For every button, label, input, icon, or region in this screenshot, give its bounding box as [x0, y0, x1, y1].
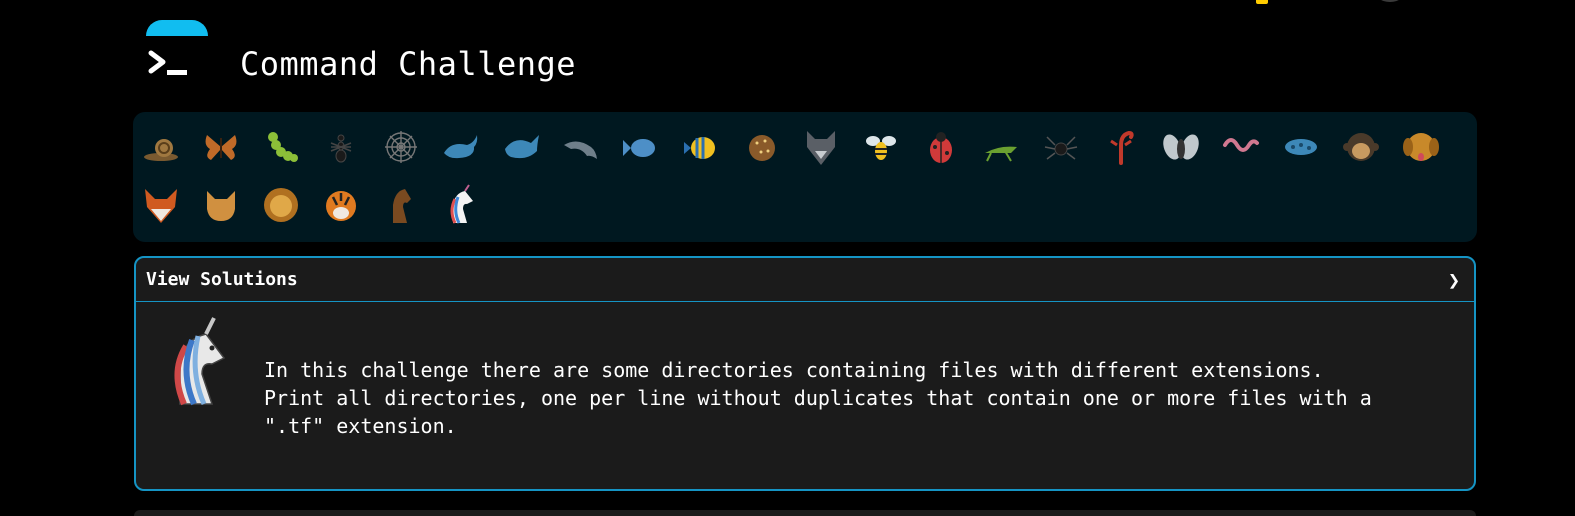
spider-icon[interactable] [1041, 125, 1081, 169]
unicorn-icon[interactable] [441, 183, 481, 227]
unicorn-icon [174, 317, 226, 406]
app-header: Command Challenge [146, 44, 576, 84]
tiger-icon[interactable] [321, 183, 361, 227]
whale-icon[interactable] [441, 125, 481, 169]
dog-icon[interactable] [1401, 125, 1441, 169]
butterfly-icon[interactable] [201, 125, 241, 169]
header-accent-shape [146, 20, 208, 36]
challenge-icon-grid [133, 112, 1477, 242]
fox-icon[interactable] [141, 183, 181, 227]
icon-row [141, 118, 1477, 176]
ladybug-icon[interactable] [921, 125, 961, 169]
spider-web-icon[interactable] [381, 125, 421, 169]
next-panel-edge [134, 510, 1476, 516]
horse-icon[interactable] [381, 183, 421, 227]
shark-icon[interactable] [501, 125, 541, 169]
view-solutions-toggle[interactable]: View Solutions ❯ [136, 258, 1474, 302]
fish-icon[interactable] [621, 125, 661, 169]
snail-icon[interactable] [141, 125, 181, 169]
terminal-logo-icon[interactable] [146, 44, 190, 84]
microbe-icon[interactable] [1281, 125, 1321, 169]
monkey-icon[interactable] [1341, 125, 1381, 169]
cricket-icon[interactable] [981, 125, 1021, 169]
caterpillar-icon[interactable] [261, 125, 301, 169]
icon-row [141, 176, 1477, 234]
status-dot-yellow [1256, 0, 1268, 4]
page-title: Command Challenge [240, 45, 577, 83]
view-solutions-label: View Solutions [146, 269, 298, 290]
challenge-description: In this challenge there are some directo… [264, 358, 1372, 438]
blowfish-icon[interactable] [741, 125, 781, 169]
scorpion-icon[interactable] [1101, 125, 1141, 169]
wolf-icon[interactable] [801, 125, 841, 169]
cat-icon[interactable] [201, 183, 241, 227]
worm-icon[interactable] [1221, 125, 1261, 169]
chevron-right-icon[interactable]: ❯ [1448, 268, 1460, 292]
fly-icon[interactable] [1161, 125, 1201, 169]
bee-icon[interactable] [861, 125, 901, 169]
ant-icon[interactable] [321, 125, 361, 169]
tropical-fish-icon[interactable] [681, 125, 721, 169]
lion-icon[interactable] [261, 183, 301, 227]
solutions-panel: View Solutions ❯ In this challenge there… [134, 256, 1476, 491]
dolphin-icon[interactable] [561, 125, 601, 169]
avatar[interactable] [1374, 0, 1406, 2]
